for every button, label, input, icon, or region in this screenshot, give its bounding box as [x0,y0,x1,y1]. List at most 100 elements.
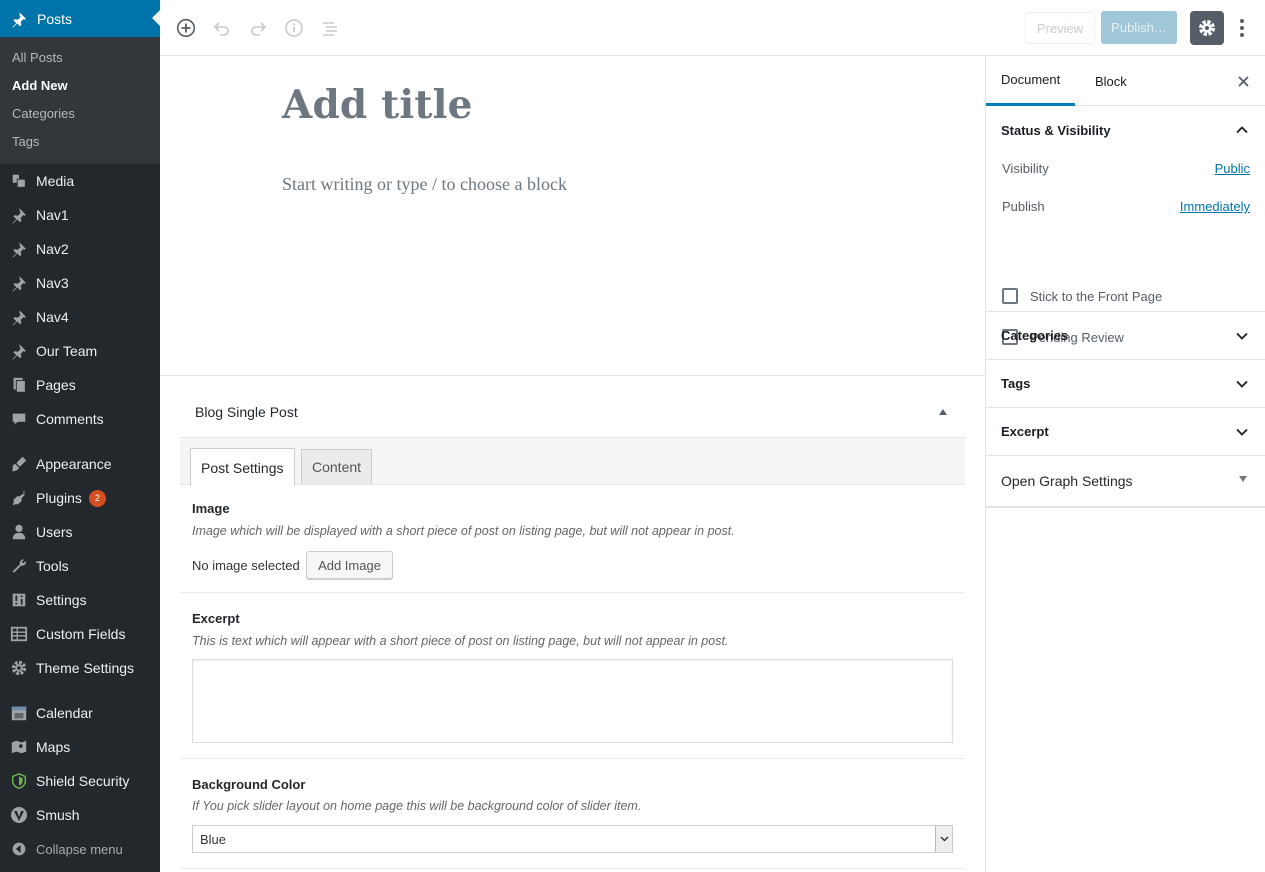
panel-title: Excerpt [1001,424,1049,439]
menu-appearance[interactable]: Appearance [0,447,160,481]
menu-smush[interactable]: Smush [0,798,160,832]
more-menu-button[interactable] [1232,14,1252,42]
menu-maps[interactable]: Maps [0,730,160,764]
chevron-up-icon[interactable] [1235,123,1249,137]
admin-menu: Posts All Posts Add New Categories Tags … [0,0,160,872]
menu-label: Smush [36,807,80,823]
visibility-link[interactable]: Public [1215,161,1250,176]
publish-date-link[interactable]: Immediately [1180,199,1250,214]
menu-calendar[interactable]: Calendar [0,696,160,730]
submenu-all-posts[interactable]: All Posts [0,44,160,72]
menu-label: Theme Settings [36,660,135,676]
menu-nav1[interactable]: Nav1 [0,198,160,232]
panel-title[interactable]: Status & Visibility [1001,123,1111,138]
close-icon[interactable] [1235,73,1251,89]
outline-list-icon[interactable] [316,14,344,42]
menu-label: Nav1 [36,207,69,223]
sliders-icon [9,590,29,610]
posts-submenu: All Posts Add New Categories Tags [0,37,160,164]
publish-button[interactable]: Publish… [1101,11,1177,44]
menu-label: Nav4 [36,309,69,325]
pages-icon [9,375,29,395]
visibility-label: Visibility [1002,161,1049,176]
user-icon [9,522,29,542]
pushpin-icon [9,341,29,361]
menu-our-team[interactable]: Our Team [0,334,160,368]
post-title-input[interactable]: Add title [282,82,473,128]
smush-icon [9,805,29,825]
submenu-tags[interactable]: Tags [0,128,160,156]
pushpin-icon [9,273,29,293]
gear-icon [9,658,29,678]
menu-settings[interactable]: Settings [0,583,160,617]
block-appender[interactable]: Start writing or type / to choose a bloc… [282,174,567,195]
tags-panel[interactable]: Tags [986,360,1265,408]
open-graph-panel[interactable]: Open Graph Settings [986,456,1265,508]
menu-nav3[interactable]: Nav3 [0,266,160,300]
panel-title: Categories [1001,328,1069,343]
status-visibility-panel: Status & Visibility Visibility Public Pu… [986,106,1265,345]
add-block-icon[interactable] [172,14,200,42]
collapse-menu-button[interactable]: Collapse menu [0,832,160,866]
menu-custom-fields[interactable]: Custom Fields [0,617,160,651]
menu-plugins[interactable]: Plugins 2 [0,481,160,515]
preview-button[interactable]: Preview [1025,12,1095,44]
excerpt-panel[interactable]: Excerpt [986,408,1265,456]
chevron-down-icon [1235,329,1249,343]
panel-title: Open Graph Settings [1001,473,1133,489]
tab-block[interactable]: Block [1095,56,1127,106]
redo-icon[interactable] [244,14,272,42]
excerpt-label: Excerpt [192,611,240,626]
chevron-down-icon [1235,425,1249,439]
excerpt-field: Excerpt This is text which will appear w… [180,593,965,759]
submenu-add-new[interactable]: Add New [0,72,160,100]
menu-posts[interactable]: Posts [0,0,160,37]
info-icon[interactable] [280,14,308,42]
sticky-label: Stick to the Front Page [1030,289,1163,304]
menu-label: Appearance [36,456,112,472]
background-color-label: Background Color [192,777,306,792]
submenu-categories[interactable]: Categories [0,100,160,128]
menu-pages[interactable]: Pages [0,368,160,402]
calendar-icon [9,703,29,723]
table-icon [9,624,29,644]
menu-users[interactable]: Users [0,515,160,549]
settings-toggle-button[interactable] [1190,11,1224,45]
menu-shield-security[interactable]: Shield Security [0,764,160,798]
menu-nav4[interactable]: Nav4 [0,300,160,334]
background-color-select[interactable]: Blue [192,825,953,853]
add-image-button[interactable]: Add Image [306,551,393,579]
sticky-checkbox[interactable] [1002,288,1018,304]
menu-label: Pages [36,377,76,393]
wrench-icon [9,556,29,576]
update-count-badge: 2 [88,489,106,507]
categories-panel[interactable]: Categories [986,312,1265,360]
tab-content[interactable]: Content [301,449,373,484]
editor-toolbar: Preview Publish… [160,0,1265,56]
collapse-arrow-icon[interactable] [938,404,948,415]
menu-label: Our Team [36,343,98,359]
no-image-text: No image selected [192,558,300,573]
chevron-down-icon [1235,377,1249,391]
menu-separator [0,436,160,447]
menu-label: Users [36,524,73,540]
menu-label: Tools [36,558,69,574]
metabox-content: Post Settings Content Image Image which … [180,437,965,869]
menu-tools[interactable]: Tools [0,549,160,583]
pushpin-icon [9,9,29,29]
menu-media[interactable]: Media [0,164,160,198]
menu-comments[interactable]: Comments [0,402,160,436]
menu-label: Maps [36,739,71,755]
image-label: Image [192,501,230,516]
excerpt-textarea[interactable] [192,659,953,743]
chevron-down-icon[interactable] [935,826,952,852]
tab-post-settings[interactable]: Post Settings [190,448,295,486]
tab-document[interactable]: Document [986,56,1076,106]
menu-nav2[interactable]: Nav2 [0,232,160,266]
triangle-down-icon [1239,476,1247,482]
undo-icon[interactable] [208,14,236,42]
menu-label: Nav2 [36,241,69,257]
metabox-title[interactable]: Blog Single Post [195,404,298,420]
menu-label: Media [36,173,75,189]
menu-theme-settings[interactable]: Theme Settings [0,651,160,685]
